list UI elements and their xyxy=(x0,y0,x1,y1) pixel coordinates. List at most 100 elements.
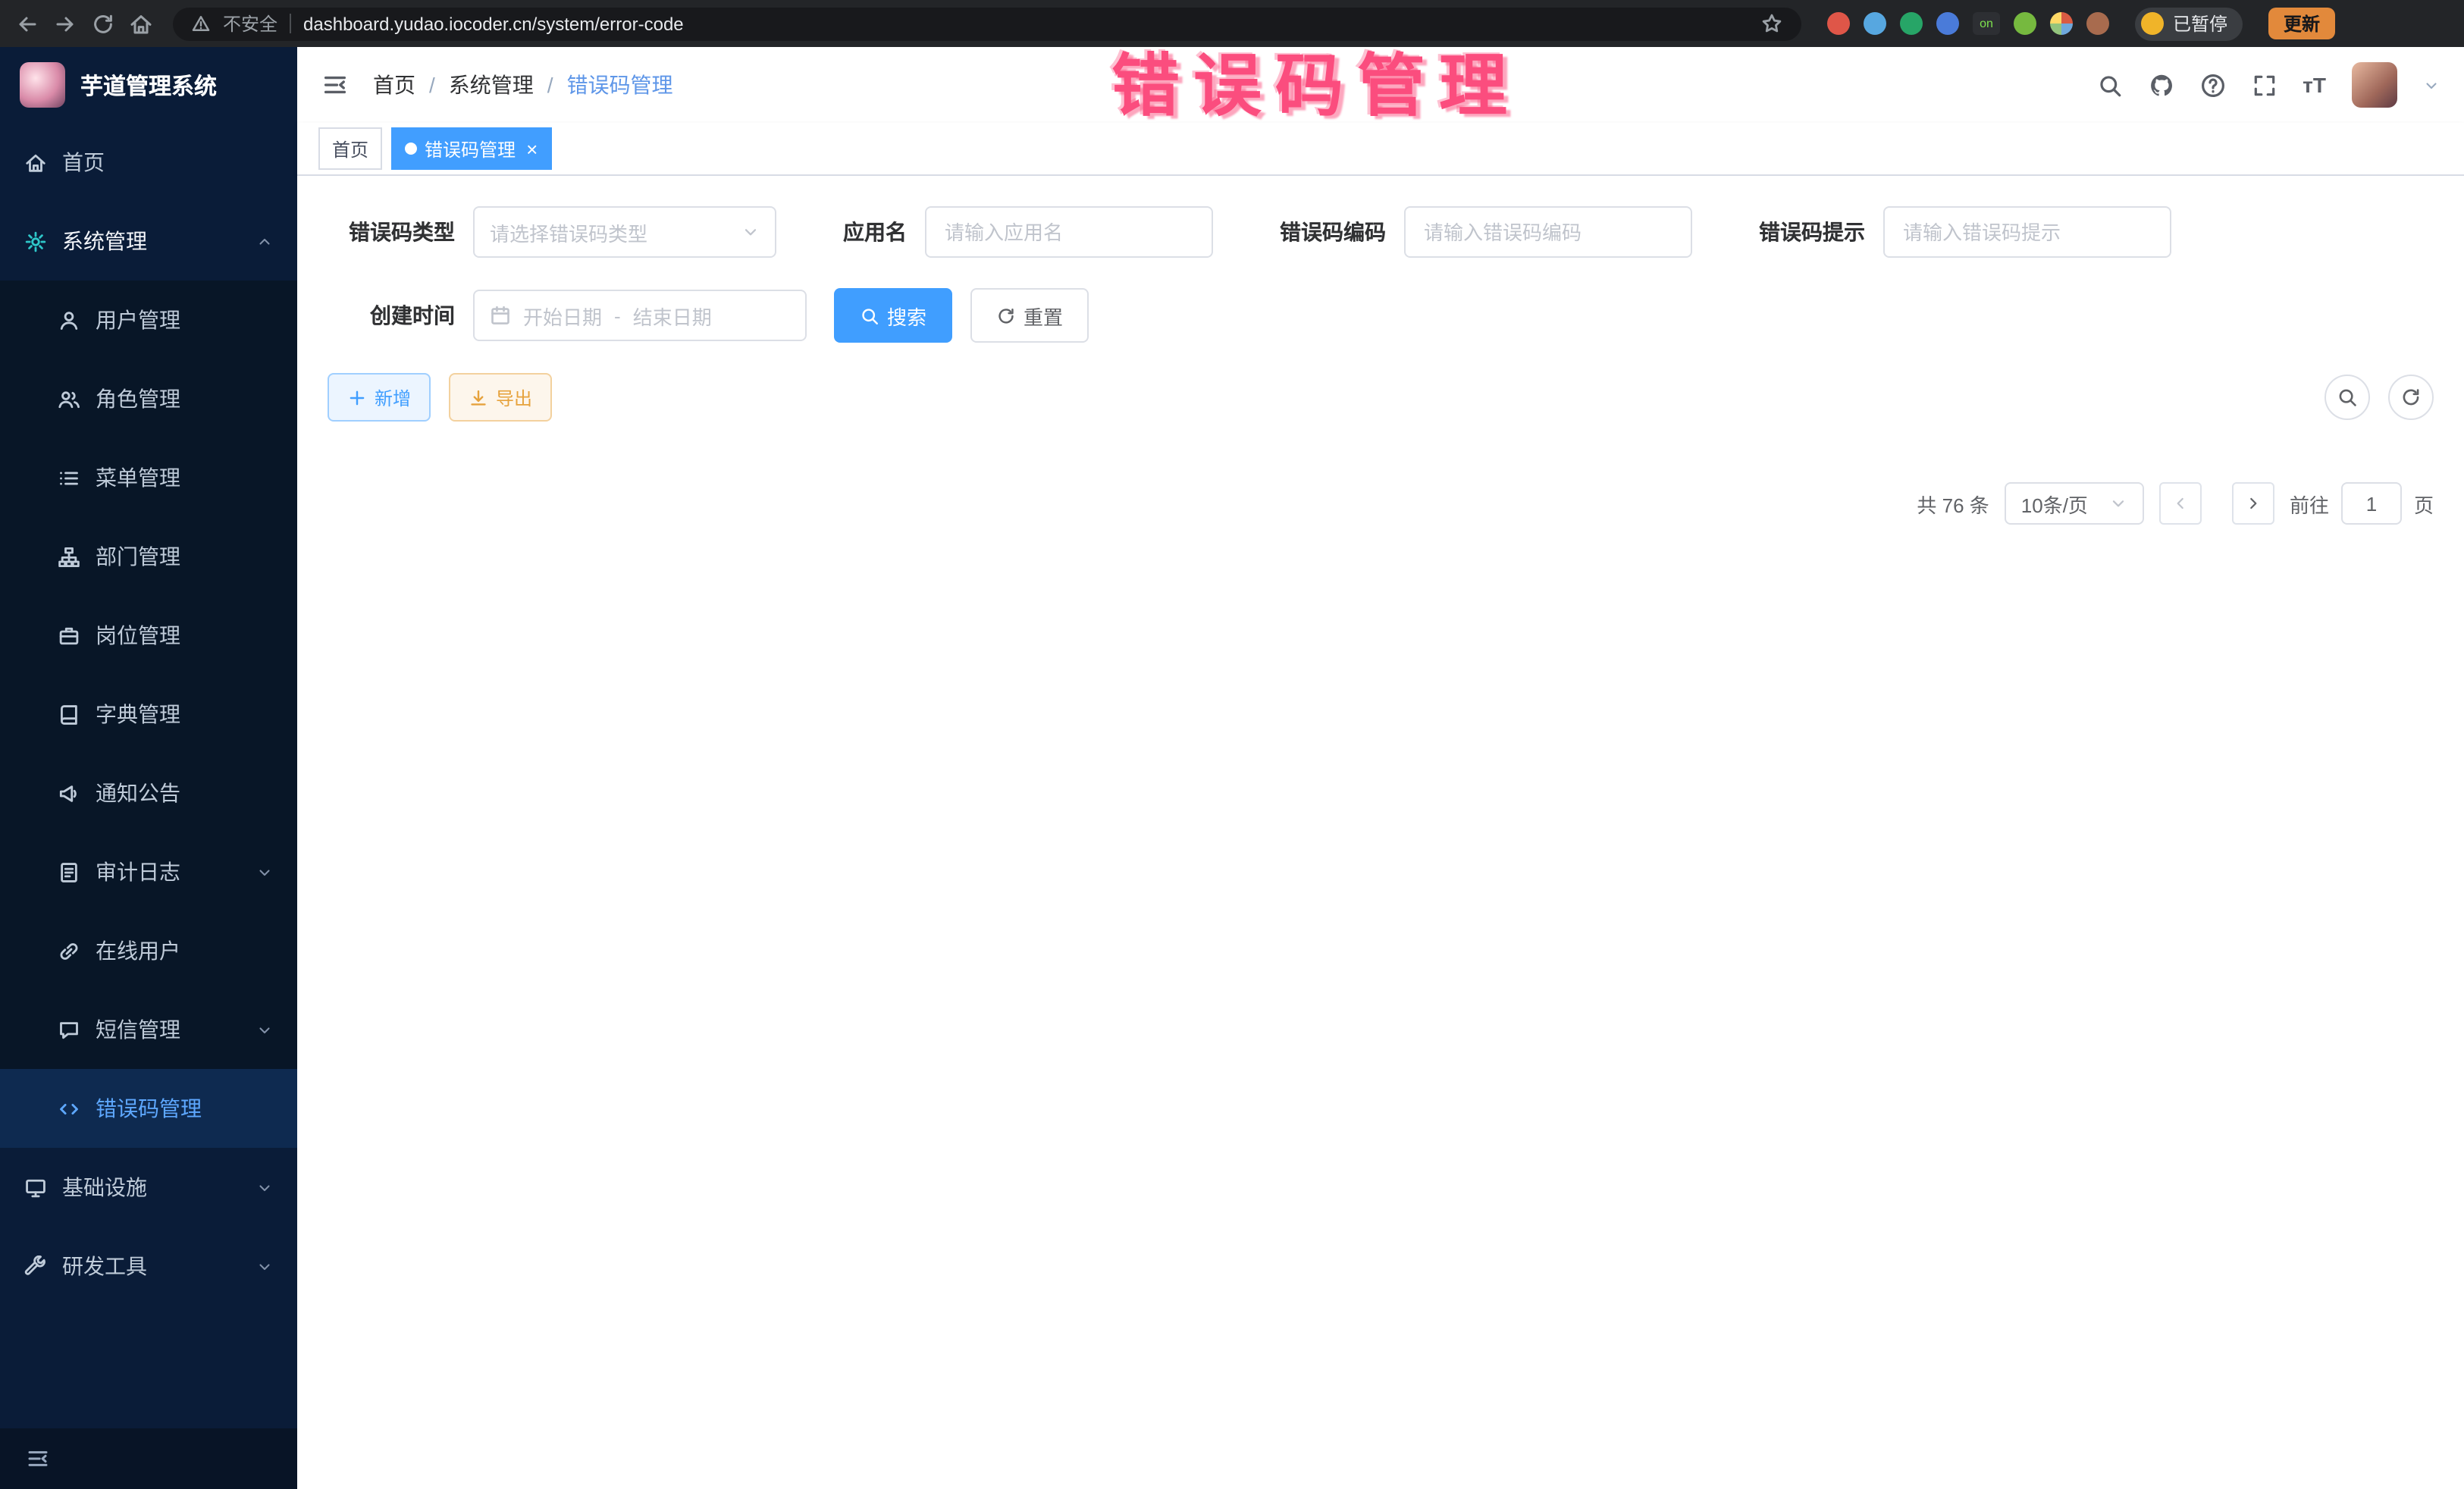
update-browser-button[interactable]: 更新 xyxy=(2268,8,2335,39)
divider xyxy=(290,14,291,33)
total-count: 共 76 条 xyxy=(1917,489,1989,518)
export-button[interactable]: 导出 xyxy=(449,373,552,422)
prev-page-button[interactable] xyxy=(2159,482,2202,525)
topbar: 首页/系统管理/错误码管理 тT xyxy=(297,47,2464,123)
browser-home-icon[interactable] xyxy=(129,11,153,36)
download-icon xyxy=(469,387,488,407)
sidebar-item-post[interactable]: 岗位管理 xyxy=(0,596,297,675)
fullscreen-icon[interactable] xyxy=(2251,72,2277,98)
next-page-button[interactable] xyxy=(2232,482,2274,525)
search-icon[interactable] xyxy=(2096,72,2122,98)
browser-reload-icon[interactable] xyxy=(91,11,115,36)
tree-icon xyxy=(58,545,80,568)
github-icon[interactable] xyxy=(2148,72,2174,98)
refresh-table-button[interactable] xyxy=(2388,375,2434,420)
sidebar-item-label: 基础设施 xyxy=(62,1172,147,1202)
font-size-icon[interactable]: тT xyxy=(2303,73,2326,97)
topbar-actions: тT xyxy=(2096,62,2440,108)
browser-back-icon[interactable] xyxy=(15,11,39,36)
app-name-input[interactable] xyxy=(925,206,1213,258)
error-hint-label: 错误码提示 xyxy=(1759,217,1883,247)
paused-badge[interactable]: 已暂停 xyxy=(2135,7,2243,40)
sidebar-item-label: 字典管理 xyxy=(96,699,180,729)
sidebar-item-role[interactable]: 角色管理 xyxy=(0,359,297,438)
sidebar-item-error-code[interactable]: 错误码管理 xyxy=(0,1069,297,1148)
help-icon[interactable] xyxy=(2199,72,2225,98)
error-type-select[interactable]: 请选择错误码类型 xyxy=(473,206,776,258)
tab-label: 错误码管理 xyxy=(425,136,516,161)
sidebar-item-infra[interactable]: 基础设施 xyxy=(0,1148,297,1227)
sidebar-collapse-icon[interactable] xyxy=(26,1447,50,1471)
reset-button[interactable]: 重置 xyxy=(970,288,1089,343)
address-bar[interactable]: 不安全 dashboard.yudao.iocoder.cn/system/er… xyxy=(173,7,1801,40)
filter-app-name: 应用名 xyxy=(843,206,1213,258)
extension-icon[interactable] xyxy=(1827,12,1850,35)
error-code-input[interactable] xyxy=(1404,206,1692,258)
table-toolbar: 新增 导出 xyxy=(328,373,2434,422)
toolbar-right xyxy=(2324,375,2434,420)
user-avatar[interactable] xyxy=(2352,62,2397,108)
sidebar-item-sms[interactable]: 短信管理 xyxy=(0,990,297,1069)
sidebar-item-dev-tool[interactable]: 研发工具 xyxy=(0,1227,297,1306)
chevron-down-icon xyxy=(256,1258,273,1274)
logo-image xyxy=(20,62,65,108)
link-icon xyxy=(58,939,80,962)
tab-label: 首页 xyxy=(332,136,368,161)
browser-forward-icon[interactable] xyxy=(53,11,77,36)
sidebar-item-notice[interactable]: 通知公告 xyxy=(0,754,297,832)
home-icon xyxy=(24,151,47,174)
extension-icon[interactable] xyxy=(1900,12,1923,35)
chevron-down-icon[interactable] xyxy=(2423,77,2440,93)
app-logo[interactable]: 芋道管理系统 xyxy=(0,47,297,123)
search-icon xyxy=(2337,387,2358,408)
calendar-icon xyxy=(490,305,511,326)
monitor-icon xyxy=(24,1176,47,1199)
sidebar-item-home[interactable]: 首页 xyxy=(0,123,297,202)
bookmark-star-icon[interactable] xyxy=(1760,12,1783,35)
sidebar-item-online-user[interactable]: 在线用户 xyxy=(0,911,297,990)
tab-error-code[interactable]: 错误码管理 × xyxy=(391,127,551,170)
close-tab-icon[interactable]: × xyxy=(526,137,538,160)
extension-icon[interactable] xyxy=(1864,12,1886,35)
error-type-label: 错误码类型 xyxy=(328,217,473,247)
extension-icon[interactable] xyxy=(2014,12,2036,35)
page-size-select[interactable]: 10条/页 xyxy=(2005,482,2144,525)
sidebar-item-system[interactable]: 系统管理 xyxy=(0,202,297,281)
sidebar-toggle-icon[interactable] xyxy=(321,71,349,99)
browser-avatar[interactable] xyxy=(2086,12,2109,35)
sidebar-item-label: 研发工具 xyxy=(62,1251,147,1281)
main-area: 首页/系统管理/错误码管理 тT 首页错误码管理× 错误码类型 xyxy=(297,47,2464,1489)
breadcrumb-separator: / xyxy=(547,73,553,97)
extension-icon[interactable] xyxy=(1936,12,1959,35)
error-hint-input[interactable] xyxy=(1883,206,2171,258)
sidebar-item-label: 错误码管理 xyxy=(96,1093,202,1124)
search-button[interactable]: 搜索 xyxy=(834,288,952,343)
chevron-up-icon xyxy=(256,233,273,249)
breadcrumb-item[interactable]: 系统管理 xyxy=(449,70,534,100)
sidebar-item-label: 菜单管理 xyxy=(96,462,180,493)
sidebar-item-user[interactable]: 用户管理 xyxy=(0,281,297,359)
extensions-area: on xyxy=(1827,12,2109,35)
breadcrumb-item[interactable]: 首页 xyxy=(373,70,415,100)
audit-icon xyxy=(58,860,80,883)
sidebar-item-dict[interactable]: 字典管理 xyxy=(0,675,297,754)
add-button[interactable]: 新增 xyxy=(328,373,431,422)
breadcrumb: 首页/系统管理/错误码管理 xyxy=(373,70,673,100)
sidebar-item-label: 短信管理 xyxy=(96,1014,180,1045)
filter-row-2: 创建时间 开始日期 - 结束日期 搜索 重置 xyxy=(328,288,2434,343)
not-secure-icon xyxy=(191,14,211,33)
refresh-icon xyxy=(996,306,1016,325)
sidebar: 芋道管理系统 首页系统管理用户管理角色管理菜单管理部门管理岗位管理字典管理通知公… xyxy=(0,47,297,1489)
briefcase-icon xyxy=(58,624,80,647)
show-search-button[interactable] xyxy=(2324,375,2370,420)
date-range-picker[interactable]: 开始日期 - 结束日期 xyxy=(473,290,807,341)
sidebar-item-dept[interactable]: 部门管理 xyxy=(0,517,297,596)
extension-icon[interactable] xyxy=(2050,12,2073,35)
tab-home[interactable]: 首页 xyxy=(318,127,382,170)
extension-icon[interactable]: on xyxy=(1973,12,2000,35)
goto-page-input[interactable] xyxy=(2341,482,2402,525)
error-code-label: 错误码编码 xyxy=(1280,217,1404,247)
sidebar-item-menu[interactable]: 菜单管理 xyxy=(0,438,297,517)
sidebar-item-audit-log[interactable]: 审计日志 xyxy=(0,832,297,911)
chevron-down-icon xyxy=(256,864,273,880)
